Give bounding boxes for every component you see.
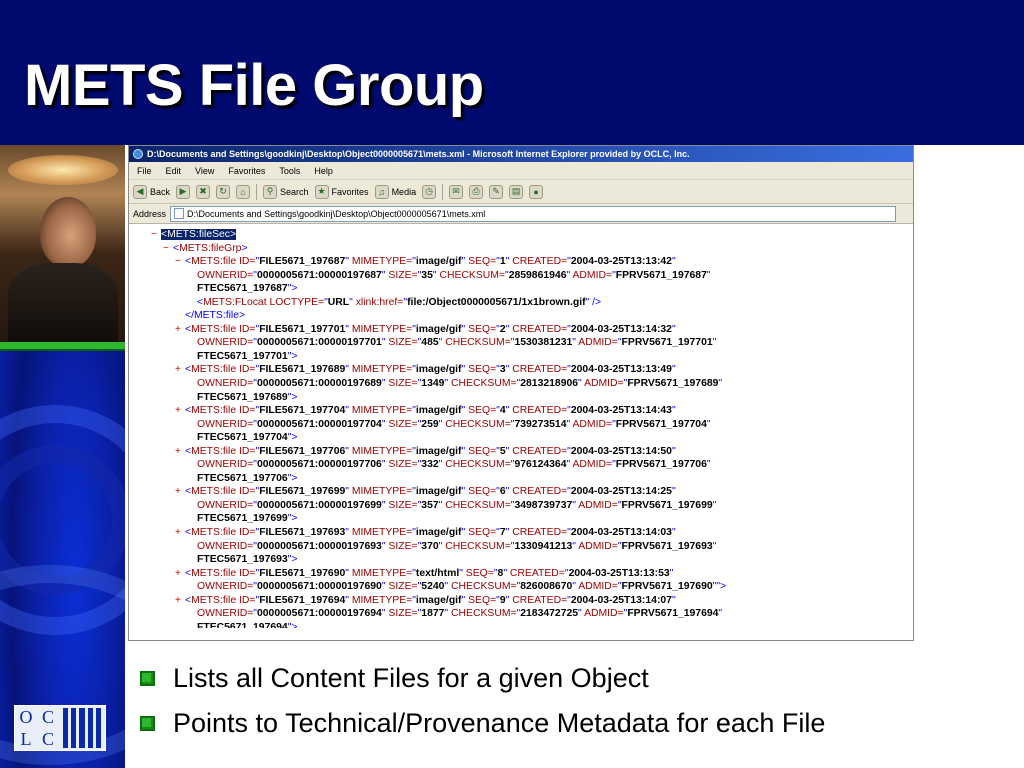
window-title: D:\Documents and Settings\goodkinj\Deskt… <box>147 149 690 159</box>
collapse-toggle[interactable]: − <box>163 242 169 256</box>
bullet-item: Lists all Content Files for a given Obje… <box>140 663 649 694</box>
xml-filegrp[interactable]: − <METS:fileGrp> <box>129 242 913 256</box>
xml-file-line[interactable]: + <METS:file ID="FILE5671_197694" MIMETYP… <box>129 594 913 608</box>
address-value: D:\Documents and Settings\goodkinj\Deskt… <box>187 208 486 219</box>
ie-icon <box>133 149 143 159</box>
menu-bar: File Edit View Favorites Tools Help <box>129 162 913 180</box>
expand-toggle[interactable]: + <box>175 567 181 581</box>
forward-button[interactable]: ▶ <box>176 184 191 199</box>
stop-icon[interactable]: ✖ <box>196 184 211 199</box>
xml-flocat-line: <METS:FLocat LOCTYPE="URL" xlink:href="f… <box>197 296 602 308</box>
menu-file[interactable]: File <box>137 162 152 179</box>
xml-file-line: OWNERID="0000005671:00000197706" SIZE="3… <box>197 459 711 471</box>
address-input[interactable]: D:\Documents and Settings\goodkinj\Deskt… <box>170 205 897 222</box>
expand-toggle[interactable]: + <box>175 445 181 459</box>
menu-tools[interactable]: Tools <box>279 162 300 179</box>
home-icon[interactable]: ⌂ <box>236 184 251 199</box>
bullet-text: Points to Technical/Provenance Metadata … <box>173 708 826 738</box>
discuss-icon[interactable]: ▤ <box>509 184 524 199</box>
search-button[interactable]: ⚲ Search <box>263 184 309 199</box>
xml-file-line: FTEC5671_197706"> <box>197 472 298 484</box>
xml-file-line[interactable]: + <METS:file ID="FILE5671_197699" MIMETYP… <box>129 485 913 499</box>
bullet-text: Lists all Content Files for a given Obje… <box>173 663 649 693</box>
xml-filesec[interactable]: − <METS:fileSec> <box>129 228 913 242</box>
address-bar: Address D:\Documents and Settings\goodki… <box>129 204 913 224</box>
back-arrow-icon: ◀ <box>133 184 147 199</box>
forward-arrow-icon: ▶ <box>176 184 191 199</box>
xml-file-line[interactable]: + <METS:file ID="FILE5671_197689" MIMETYP… <box>129 363 913 377</box>
xml-file-line[interactable]: + <METS:file ID="FILE5671_197704" MIMETYP… <box>129 404 913 418</box>
edit-icon[interactable]: ✎ <box>489 184 504 199</box>
media-icon: ♫ <box>374 184 389 199</box>
menu-edit[interactable]: Edit <box>166 162 182 179</box>
xml-file-line: OWNERID="0000005671:00000197699" SIZE="3… <box>197 499 717 511</box>
xml-file-line: OWNERID="0000005671:00000197701" SIZE="4… <box>197 337 717 349</box>
xml-file-line: OWNERID="0000005671:00000197704" SIZE="2… <box>197 418 711 430</box>
browser-window: D:\Documents and Settings\goodkinj\Deskt… <box>128 145 914 641</box>
menu-help[interactable]: Help <box>314 162 333 179</box>
toolbar: ◀ Back ▶ ✖ ↻ ⌂ ⚲ Search ★ Favorites ♫ Me… <box>129 180 913 204</box>
xml-file-line: OWNERID="0000005671:00000197687" SIZE="3… <box>197 269 711 281</box>
expand-toggle[interactable]: + <box>175 485 181 499</box>
favorites-icon: ★ <box>314 184 329 199</box>
expand-toggle[interactable]: + <box>175 363 181 377</box>
xml-file-line: OWNERID="0000005671:00000197689" SIZE="1… <box>197 378 723 390</box>
xml-file-close: </METS:file> <box>185 310 246 322</box>
green-divider <box>0 342 125 351</box>
left-decoration: O C L C <box>0 145 125 768</box>
xml-file-line: OWNERID="0000005671:00000197694" SIZE="1… <box>197 608 723 620</box>
xml-file-line[interactable]: + <METS:file ID="FILE5671_197706" MIMETYP… <box>129 445 913 459</box>
xml-file-line: FTEC5671_197701"> <box>197 350 298 362</box>
window-titlebar[interactable]: D:\Documents and Settings\goodkinj\Deskt… <box>129 146 913 162</box>
xml-file-line: OWNERID="0000005671:00000197693" SIZE="3… <box>197 540 717 552</box>
collapse-toggle[interactable]: − <box>151 228 157 242</box>
xml-file-line: FTEC5671_197699"> <box>197 513 298 525</box>
xml-file-line[interactable]: + <METS:file ID="FILE5671_197693" MIMETYP… <box>129 526 913 540</box>
title-band: METS File Group <box>0 0 1024 145</box>
menu-view[interactable]: View <box>195 162 214 179</box>
xml-file-line: FTEC5671_197687"> <box>197 283 298 295</box>
xml-file-line: FTEC5671_197693"> <box>197 554 298 566</box>
expand-toggle[interactable]: + <box>175 594 181 608</box>
mail-icon[interactable]: ✉ <box>449 184 464 199</box>
xml-file-line[interactable]: + <METS:file ID="FILE5671_197690" MIMETYP… <box>129 567 913 581</box>
expand-toggle[interactable]: + <box>175 323 181 337</box>
page-icon <box>174 208 185 219</box>
bullet-item: Points to Technical/Provenance Metadata … <box>140 708 825 739</box>
refresh-icon[interactable]: ↻ <box>216 184 231 199</box>
photo-person <box>0 145 125 343</box>
oclc-logo: O C L C <box>14 705 106 751</box>
xml-view: − <METS:fileSec> − <METS:fileGrp> − <METS:fil… <box>129 224 913 635</box>
xml-file-line[interactable]: + <METS:file ID="FILE5671_197701" MIMETYP… <box>129 323 913 337</box>
expand-toggle[interactable]: + <box>175 404 181 418</box>
slide-title: METS File Group <box>24 53 484 118</box>
address-label: Address <box>133 208 167 219</box>
xml-file-line: FTEC5671_197704"> <box>197 432 298 444</box>
xml-file-line: OWNERID="0000005671:00000197690" SIZE="5… <box>197 581 727 593</box>
menu-favorites[interactable]: Favorites <box>228 162 265 179</box>
bullet-square-icon <box>140 716 155 731</box>
expand-toggle[interactable]: + <box>175 526 181 540</box>
favorites-button[interactable]: ★ Favorites <box>314 184 369 199</box>
bullet-square-icon <box>140 671 155 686</box>
xml-file-line[interactable]: − <METS:file ID="FILE5671_197687" MIMETYP… <box>129 255 913 269</box>
search-icon: ⚲ <box>263 184 278 199</box>
history-icon[interactable]: ◷ <box>422 184 437 199</box>
print-icon[interactable]: ⎙ <box>469 184 484 199</box>
back-button[interactable]: ◀ Back <box>133 184 170 199</box>
messenger-icon[interactable]: ● <box>529 184 544 199</box>
collapse-toggle[interactable]: − <box>175 255 181 269</box>
media-button[interactable]: ♫ Media <box>374 184 416 199</box>
xml-file-line: FTEC5671_197689"> <box>197 391 298 403</box>
